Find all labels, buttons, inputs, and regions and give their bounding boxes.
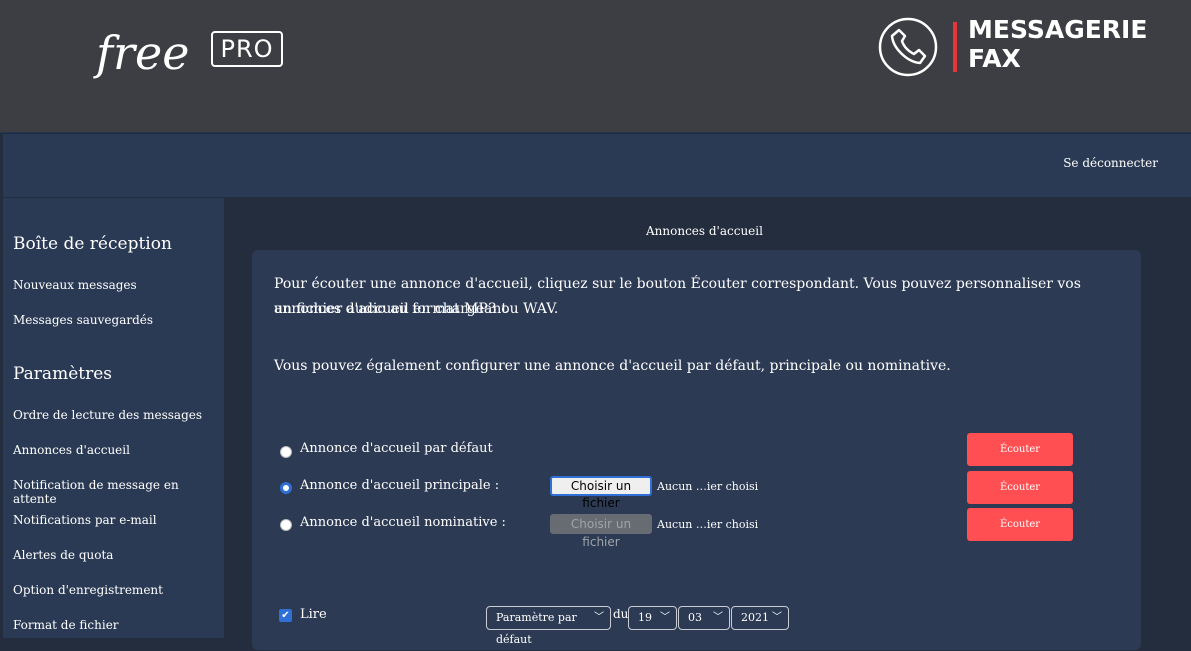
file-status-main: Aucun …ier choisi [657,480,759,493]
chevron-down-icon: ﹀ [660,612,670,623]
choose-file-button-nominative[interactable]: Choisir un fichier [550,514,652,549]
top-nav-bar: Se déconnecter [3,133,1191,197]
sidebar-item-file-format[interactable]: Format de fichier [13,618,119,632]
sidebar-item-saved-messages[interactable]: Messages sauvegardés [13,313,153,327]
sidebar-heading-inbox: Boîte de réception [13,234,172,254]
title-divider [953,22,957,72]
year-select[interactable]: 2021 ﹀ [731,606,789,630]
chevron-down-icon: ﹀ [594,612,604,623]
option-label-main: Annonce d'accueil principale : [300,478,500,493]
product-title-line2: FAX [968,44,1021,73]
sidebar-item-greetings[interactable]: Annonces d'accueil [13,443,130,457]
play-mode-value: Paramètre par défaut [496,611,577,646]
intro-text-line3: Vous pouvez également configurer une ann… [274,358,951,374]
radio-default-greeting[interactable] [280,446,292,458]
listen-button-nominative[interactable]: Écouter [967,508,1073,541]
year-value: 2021 [741,611,769,624]
date-from-label: du [613,607,629,621]
sidebar: Boîte de réception Nouveaux messages Mes… [3,198,224,638]
chevron-down-icon: ﹀ [772,612,782,623]
play-checkbox[interactable]: ✔ [279,609,292,622]
choose-file-button-main[interactable]: Choisir un fichier [550,476,652,510]
option-label-default: Annonce d'accueil par défaut [300,441,493,456]
listen-button-main[interactable]: Écouter [967,471,1073,504]
intro-text-line2: un fichier audio au format MP3 ou WAV. [274,301,559,317]
sidebar-item-quota-alerts[interactable]: Alertes de quota [13,548,113,562]
checkmark-icon: ✔ [281,610,290,621]
sidebar-item-waiting-notification[interactable]: Notification de message en attente [13,478,224,506]
product-title: MESSAGERIE FAX [968,15,1147,73]
chevron-down-icon: ﹀ [713,612,723,623]
sidebar-item-recording-option[interactable]: Option d'enregistrement [13,583,163,597]
phone-icon [878,17,938,77]
sidebar-item-reading-order[interactable]: Ordre de lecture des messages [13,408,202,422]
play-checkbox-label: Lire [300,607,327,622]
sidebar-item-new-messages[interactable]: Nouveaux messages [13,278,137,292]
play-mode-select[interactable]: Paramètre par défaut ﹀ [486,606,611,646]
option-label-nominative: Annonce d'accueil nominative : [300,515,506,530]
section-title: Annonces d'accueil [646,224,763,238]
day-select[interactable]: 19 ﹀ [628,606,677,630]
greetings-panel: Pour écouter une annonce d'accueil, cliq… [252,250,1141,650]
file-status-nominative: Aucun …ier choisi [657,518,759,531]
listen-button-default[interactable]: Écouter [967,433,1073,466]
free-logo: free [96,26,190,80]
app-header: free PRO MESSAGERIE FAX [0,0,1191,133]
radio-main-greeting[interactable] [280,482,292,494]
month-value: 03 [688,611,702,624]
sidebar-item-email-notifications[interactable]: Notifications par e-mail [13,513,157,527]
radio-nominative-greeting[interactable] [280,519,292,531]
logout-link[interactable]: Se déconnecter [1063,156,1158,170]
sidebar-heading-settings: Paramètres [13,364,112,384]
pro-badge: PRO [211,31,283,67]
day-value: 19 [638,611,652,624]
product-title-line1: MESSAGERIE [968,15,1148,44]
month-select[interactable]: 03 ﹀ [678,606,730,630]
